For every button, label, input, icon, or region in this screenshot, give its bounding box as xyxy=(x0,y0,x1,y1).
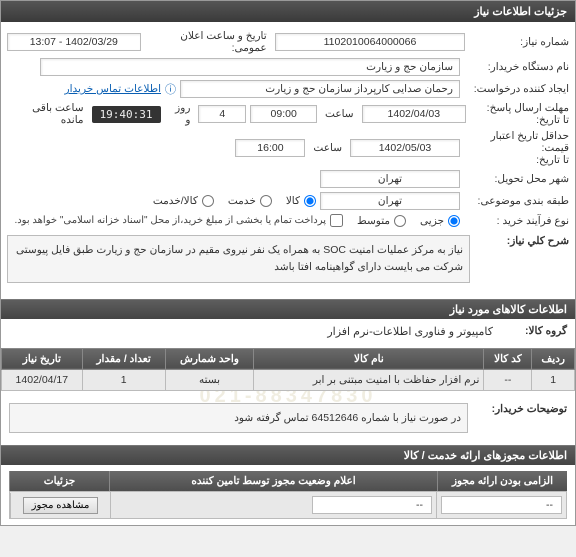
cell-date: 1402/04/17 xyxy=(2,369,83,390)
delivery-loc-label: شهر محل تحویل: xyxy=(464,173,569,185)
license-table-head: الزامی بودن ارائه مجوز اعلام وضعیت مجوز … xyxy=(9,471,567,491)
purchase-note: پرداخت تمام یا بخشی از مبلغ خرید،از محل … xyxy=(14,215,326,226)
window-title: جزئیات اطلاعات نیاز xyxy=(474,6,567,18)
info-icon: ⓘ xyxy=(165,81,176,97)
goods-section-header: اطلاعات کالاهای مورد نیاز xyxy=(1,299,575,319)
validity-date-field: 1402/05/03 xyxy=(350,139,460,157)
th-name: نام کالا xyxy=(254,348,484,369)
delivery-loc-field: تهران xyxy=(320,170,460,188)
license-required-field: -- xyxy=(441,496,562,514)
cell-qty: 1 xyxy=(82,369,165,390)
window-titlebar: جزئیات اطلاعات نیاز xyxy=(1,1,575,22)
reply-time-field: 09:00 xyxy=(250,105,317,123)
lh-status: اعلام وضعیت مجوز توسط تامین کننده xyxy=(109,471,437,491)
license-status-field: -- xyxy=(312,496,432,514)
th-date: تاریخ نیاز xyxy=(2,348,83,369)
desc-text: نیاز به مرکز عملیات امنیت SOC به همراه ی… xyxy=(7,235,470,283)
purchase-type-label: نوع فرآیند خرید : xyxy=(464,215,569,227)
goods-area: ایران آنلاین 021-88347830 گروه کالا: کام… xyxy=(1,319,575,442)
buyer-label: نام دستگاه خریدار: xyxy=(464,61,569,73)
need-no-label: شماره نیاز: xyxy=(469,36,569,48)
form-area: شماره نیاز: 1102010064000066 تاریخ و ساع… xyxy=(1,22,575,299)
reply-deadline-label: مهلت ارسال پاسخ: تا تاریخ: xyxy=(470,102,569,126)
view-license-button[interactable]: مشاهده مجوز xyxy=(23,497,99,514)
lh-required: الزامی بودن ارائه مجوز xyxy=(437,471,567,491)
group-value: کامپیوتر و فناوری اطلاعات-نرم افزار xyxy=(327,325,493,338)
license-section-header: اطلاعات مجوزهای ارائه خدمت / کالا xyxy=(1,445,575,465)
th-row: ردیف xyxy=(532,348,575,369)
days-field: 4 xyxy=(198,105,246,123)
treasury-checkbox[interactable] xyxy=(330,214,343,227)
announce-label: تاریخ و ساعت اعلان عمومی: xyxy=(145,30,271,54)
days-and-label: روز و xyxy=(165,102,195,126)
window: جزئیات اطلاعات نیاز شماره نیاز: 11020100… xyxy=(0,0,576,526)
buyer-notes-label: توضیحات خریدار: xyxy=(472,399,567,415)
time-label-1: ساعت xyxy=(321,108,358,120)
lh-details: جزئيات xyxy=(9,471,109,491)
cell-row: 1 xyxy=(532,369,575,390)
reply-date-field: 1402/04/03 xyxy=(362,105,466,123)
remaining-label: ساعت باقی مانده xyxy=(7,102,88,126)
purchase-partial-label: جزیی xyxy=(420,215,444,227)
class-goods-service-radio[interactable] xyxy=(202,195,214,207)
classification-label: طبقه بندی موضوعی: xyxy=(464,195,569,207)
purchase-partial-radio[interactable] xyxy=(448,215,460,227)
validity-label: حداقل تاریخ اعتبار قیمت: تا تاریخ: xyxy=(464,130,569,166)
buyer-contact-link[interactable]: اطلاعات تماس خریدار xyxy=(65,83,161,95)
cell-name: نرم افزار حفاظت با امنیت مبتنی بر ابر xyxy=(254,369,484,390)
class-goods-radio[interactable] xyxy=(304,195,316,207)
license-row: -- -- مشاهده مجوز xyxy=(9,491,567,519)
requester-field: رحمان صدایی کارپرداز سازمان حج و زیارت xyxy=(180,80,460,98)
purchase-medium-radio[interactable] xyxy=(394,215,406,227)
purchase-type-radios: جزیی متوسط xyxy=(347,215,460,227)
class-goods-label: کالا xyxy=(286,195,300,207)
validity-time-field: 16:00 xyxy=(235,139,305,157)
buyer-notes-text: در صورت نیاز با شماره 64512646 تماس گرفت… xyxy=(9,403,468,434)
buyer-field: سازمان حج و زیارت xyxy=(40,58,460,76)
countdown-timer: 19:40:31 xyxy=(92,106,161,123)
th-qty: تعداد / مقدار xyxy=(82,348,165,369)
need-no-field: 1102010064000066 xyxy=(275,33,466,51)
class-city-field: تهران xyxy=(320,192,460,210)
cell-unit: بسته xyxy=(165,369,254,390)
class-goods-service-label: کالا/خدمت xyxy=(153,195,198,207)
th-unit: واحد شمارش xyxy=(165,348,254,369)
desc-label: شرح كلي نياز: xyxy=(474,231,569,247)
announce-field: 1402/03/29 - 13:07 xyxy=(7,33,141,51)
class-service-label: خدمت xyxy=(228,195,256,207)
cell-code: -- xyxy=(484,369,532,390)
classification-radios: کالا خدمت کالا/خدمت xyxy=(143,195,316,207)
group-label: گروه کالا: xyxy=(497,325,567,337)
table-row: 1 -- نرم افزار حفاظت با امنیت مبتنی بر ا… xyxy=(2,369,575,390)
th-code: کد کالا xyxy=(484,348,532,369)
purchase-medium-label: متوسط xyxy=(357,215,390,227)
requester-label: ایجاد کننده درخواست: xyxy=(464,83,569,95)
class-service-radio[interactable] xyxy=(260,195,272,207)
license-area: الزامی بودن ارائه مجوز اعلام وضعیت مجوز … xyxy=(1,465,575,525)
time-label-2: ساعت xyxy=(309,142,346,154)
goods-table: ردیف کد کالا نام کالا واحد شمارش تعداد /… xyxy=(1,348,575,391)
